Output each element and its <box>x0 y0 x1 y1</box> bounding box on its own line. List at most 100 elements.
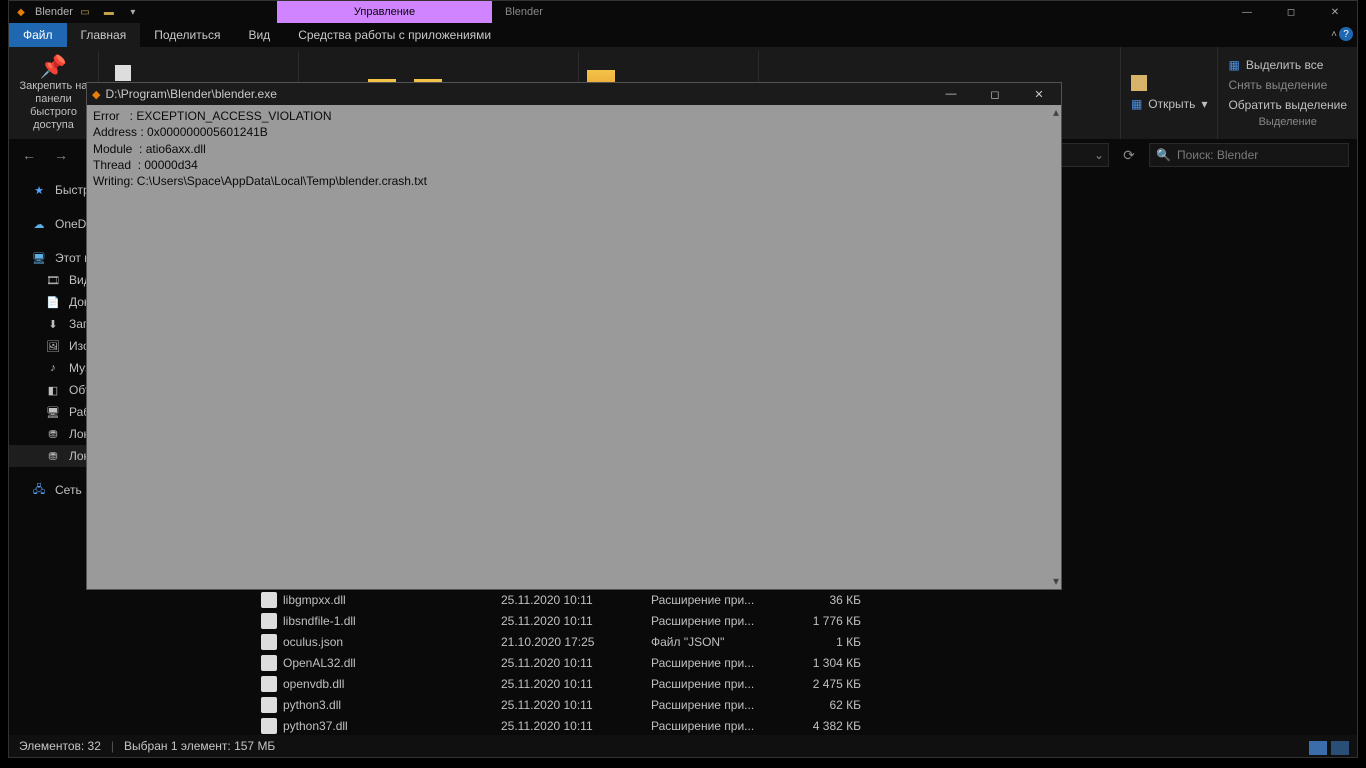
maximize-button[interactable]: ◻ <box>1269 1 1313 23</box>
file-row[interactable]: libgmpxx.dll25.11.2020 10:11Расширение п… <box>231 589 1357 610</box>
pin-icon[interactable]: 📌 <box>40 54 67 80</box>
file-icon <box>261 655 277 671</box>
file-name: libgmpxx.dll <box>283 593 346 607</box>
search-placeholder: Поиск: Blender <box>1177 148 1258 162</box>
tab-apptools[interactable]: Средства работы с приложениями <box>284 23 505 47</box>
status-selection: Выбран 1 элемент: 157 МБ <box>124 739 275 753</box>
drive-icon: ⛃ <box>45 426 61 442</box>
file-date: 25.11.2020 10:11 <box>501 719 651 733</box>
file-row[interactable]: openvdb.dll25.11.2020 10:11Расширение пр… <box>231 673 1357 694</box>
console-maximize-button[interactable]: ◻ <box>973 83 1017 105</box>
tab-share[interactable]: Поделиться <box>140 23 234 47</box>
file-date: 21.10.2020 17:25 <box>501 635 651 649</box>
file-name: oculus.json <box>283 635 343 649</box>
file-date: 25.11.2020 10:11 <box>501 614 651 628</box>
refresh-button[interactable]: ⟳ <box>1117 143 1141 167</box>
download-icon: ⬇ <box>45 316 61 332</box>
file-size: 2 475 КБ <box>791 677 861 691</box>
pc-icon: 🖥 <box>31 250 47 266</box>
nav-network-label: Сеть <box>55 483 82 497</box>
file-type: Расширение при... <box>651 698 791 712</box>
file-size: 36 КБ <box>791 593 861 607</box>
chevron-down-icon[interactable]: ▾ <box>1201 97 1207 111</box>
file-date: 25.11.2020 10:11 <box>501 656 651 670</box>
cloud-icon: ☁ <box>31 216 47 232</box>
minimize-button[interactable]: — <box>1225 1 1269 23</box>
file-row[interactable]: libsndfile-1.dll25.11.2020 10:11Расширен… <box>231 610 1357 631</box>
file-icon <box>261 634 277 650</box>
console-minimize-button[interactable]: — <box>929 83 973 105</box>
file-size: 62 КБ <box>791 698 861 712</box>
view-details-icon[interactable] <box>1309 741 1327 755</box>
view-large-icon[interactable] <box>1331 741 1349 755</box>
file-type: Расширение при... <box>651 719 791 733</box>
select-all-icon[interactable]: ▦ <box>1228 58 1239 72</box>
file-name: libsndfile-1.dll <box>283 614 356 628</box>
collapse-ribbon-icon[interactable]: ˄ <box>1331 29 1337 40</box>
console-text: Error : EXCEPTION_ACCESS_VIOLATION Addre… <box>93 109 427 188</box>
document-icon: 📄 <box>45 294 61 310</box>
drive-icon: ⛃ <box>45 448 61 464</box>
file-name: python3.dll <box>283 698 341 712</box>
file-type: Файл "JSON" <box>651 635 791 649</box>
file-row[interactable]: python37.dll 25.11.2020 10:11Расширение п… <box>231 715 1357 735</box>
search-input[interactable]: 🔍Поиск: Blender <box>1149 143 1349 167</box>
file-row[interactable]: python3.dll 25.11.2020 10:11Расширение пр… <box>231 694 1357 715</box>
file-size: 1 КБ <box>791 635 861 649</box>
file-date: 25.11.2020 10:11 <box>501 593 651 607</box>
tab-home[interactable]: Главная <box>67 23 141 47</box>
window-title: Blender <box>35 6 73 18</box>
file-type: Расширение при... <box>651 656 791 670</box>
properties-icon[interactable] <box>1131 75 1147 91</box>
file-size: 4 382 КБ <box>791 719 861 733</box>
back-button[interactable]: ← <box>17 143 41 167</box>
tab-file[interactable]: Файл <box>9 23 67 47</box>
tab-view[interactable]: Вид <box>234 23 284 47</box>
open-icon[interactable]: ▦ <box>1131 97 1142 111</box>
tab-manage[interactable]: Управление <box>277 1 492 23</box>
file-icon <box>261 697 277 713</box>
select-all-label[interactable]: Выделить все <box>1246 58 1324 72</box>
status-count: Элементов: 32 <box>19 739 101 753</box>
invert-sel-label[interactable]: Обратить выделение <box>1228 98 1347 112</box>
file-date: 25.11.2020 10:11 <box>501 698 651 712</box>
blender-icon: ◆ <box>92 88 100 101</box>
status-bar: Элементов: 32 | Выбран 1 элемент: 157 МБ <box>9 735 1357 757</box>
qat-dropdown-icon[interactable]: ▾ <box>125 4 141 20</box>
cube-icon: ◧ <box>45 382 61 398</box>
copy-icon[interactable] <box>115 65 131 81</box>
qat-save-icon[interactable]: ▭ <box>77 4 93 20</box>
blender-icon: ◆ <box>13 4 29 20</box>
star-icon: ★ <box>31 182 47 198</box>
file-size: 1 776 КБ <box>791 614 861 628</box>
scroll-up-icon[interactable]: ▴ <box>1053 105 1059 120</box>
video-icon: 🎞 <box>45 272 61 288</box>
file-row[interactable]: oculus.json 21.10.2020 17:25Файл "JSON"1 … <box>231 631 1357 652</box>
file-name: OpenAL32.dll <box>283 656 356 670</box>
file-date: 25.11.2020 10:11 <box>501 677 651 691</box>
console-close-button[interactable]: ✕ <box>1017 83 1061 105</box>
file-icon <box>261 676 277 692</box>
scroll-down-icon[interactable]: ▾ <box>1053 574 1059 589</box>
file-type: Расширение при... <box>651 677 791 691</box>
console-titlebar[interactable]: ◆ D:\Program\Blender\blender.exe — ◻ ✕ <box>87 83 1061 105</box>
open-label[interactable]: Открыть <box>1148 97 1195 111</box>
selection-group-label: Выделение <box>1228 116 1347 129</box>
forward-button[interactable]: → <box>49 143 73 167</box>
network-icon: 🖧 <box>31 482 47 498</box>
console-title: D:\Program\Blender\blender.exe <box>105 87 276 101</box>
console-scrollbar[interactable]: ▴▾ <box>1051 105 1061 589</box>
file-row[interactable]: OpenAL32.dll 25.11.2020 10:11Расширение п… <box>231 652 1357 673</box>
qat-folder-icon[interactable]: ▬ <box>101 4 117 20</box>
help-icon[interactable]: ? <box>1339 27 1353 41</box>
close-button[interactable]: ✕ <box>1313 1 1357 23</box>
file-name: python37.dll <box>283 719 348 733</box>
file-icon <box>261 592 277 608</box>
desktop-icon: 🖥 <box>45 404 61 420</box>
console-window: ◆ D:\Program\Blender\blender.exe — ◻ ✕ E… <box>86 82 1062 590</box>
chevron-down-icon[interactable]: ⌄ <box>1094 148 1104 162</box>
console-output[interactable]: Error : EXCEPTION_ACCESS_VIOLATION Addre… <box>87 105 1061 589</box>
ribbon-tabs: Файл Главная Поделиться Вид Средства раб… <box>9 23 1357 47</box>
file-icon <box>261 718 277 734</box>
select-none-label[interactable]: Снять выделение <box>1228 78 1327 92</box>
